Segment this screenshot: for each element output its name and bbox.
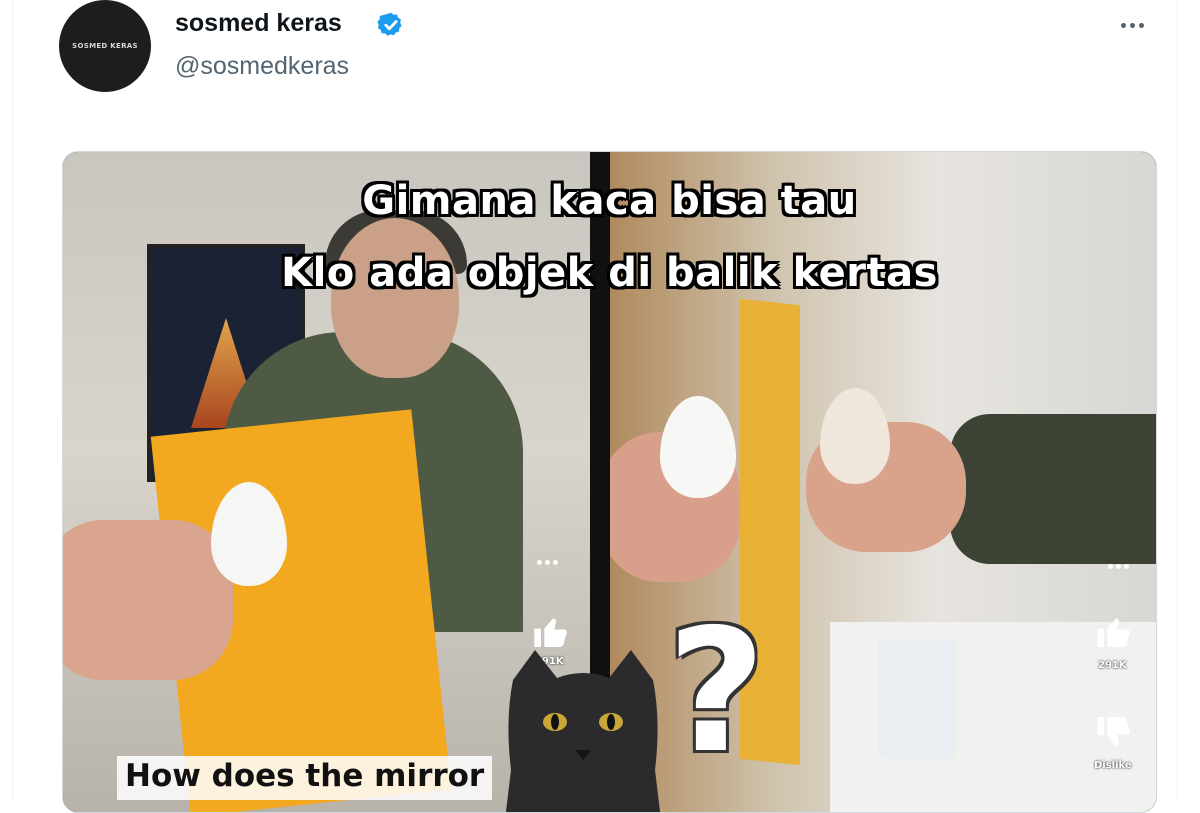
video-more-icon xyxy=(537,560,563,565)
dot-icon xyxy=(1130,22,1135,28)
right-like-count: 291K xyxy=(1098,660,1127,671)
dot-icon xyxy=(1139,22,1144,28)
display-name[interactable]: sosmed keras xyxy=(175,9,342,38)
more-options-button[interactable] xyxy=(1121,18,1153,32)
avatar-text: SOSMED KERAS xyxy=(72,42,138,50)
thumbs-down-icon xyxy=(1097,717,1130,746)
question-mark: ? xyxy=(667,593,766,791)
video-subtitle: How does the mirror xyxy=(117,756,493,800)
dot-icon xyxy=(1121,22,1126,28)
meme-caption-line-1: Gimana kaca bisa tau xyxy=(362,178,857,224)
egg xyxy=(660,396,736,498)
tweet-media[interactable]: 291K 291K Dislike Gimana kaca bisa tau K… xyxy=(62,151,1157,813)
verified-badge-icon xyxy=(377,12,402,36)
user-handle[interactable]: @sosmedkeras xyxy=(175,52,349,81)
thumbs-up-icon xyxy=(534,618,567,647)
tweet-card: SOSMED KERAS sosmed keras @sosmedkeras 2… xyxy=(12,0,1178,813)
cup xyxy=(878,640,956,760)
thumbs-up-icon xyxy=(1097,618,1130,647)
hand xyxy=(63,520,233,680)
cat-image xyxy=(505,650,661,812)
dislike-label: Dislike xyxy=(1094,760,1132,771)
person-head xyxy=(331,218,459,378)
egg xyxy=(820,388,890,484)
video-more-icon xyxy=(1108,564,1134,569)
meme-caption-line-2: Klo ada objek di balik kertas xyxy=(281,250,938,296)
sleeve xyxy=(950,414,1156,564)
avatar[interactable]: SOSMED KERAS xyxy=(59,0,151,92)
